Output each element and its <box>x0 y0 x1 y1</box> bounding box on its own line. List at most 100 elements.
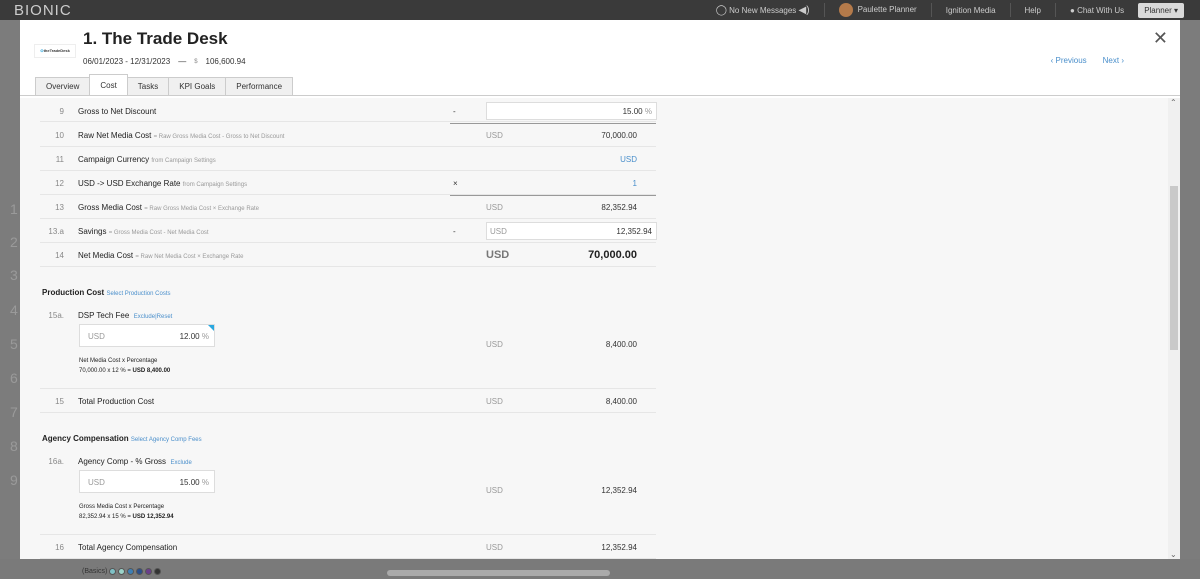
cost-row-total-production-cost: 15 Total Production Cost USD 8,400.00 <box>40 389 656 413</box>
calc-expression: 82,352.94 x 15 % = <box>79 514 131 520</box>
row-value: 12,352.94 <box>601 543 637 552</box>
section-title: Agency Compensation <box>42 434 129 443</box>
previous-button[interactable]: ‹ Previous <box>1051 56 1087 65</box>
input-number: 12.00 <box>179 332 200 341</box>
dsp-tech-fee-percent-input[interactable]: USD 12.00 % <box>79 324 215 347</box>
percent-unit: % <box>201 332 209 341</box>
input-value: 12.00 % <box>180 332 209 341</box>
calc-line: 70,000.00 x 12 % = USD 8,400.00 <box>79 366 170 376</box>
app-topbar: BIONIC ◯ No New Messages ◀) Paulette Pla… <box>0 0 1200 20</box>
chat-bubble-icon: ◯ <box>715 4 727 16</box>
color-dot[interactable] <box>136 568 144 575</box>
reset-link[interactable]: Reset <box>157 314 173 320</box>
agency-compensation-heading: Agency Compensation Select Agency Comp F… <box>42 434 202 443</box>
select-production-costs-link[interactable]: Select Production Costs <box>106 291 170 297</box>
row-label-text: Campaign Currency <box>78 155 150 164</box>
chat-link[interactable]: ● Chat With Us <box>1070 6 1124 15</box>
bg-row-number: 7 <box>10 404 18 420</box>
date-range: 06/01/2023 - 12/31/2023 <box>83 57 171 66</box>
row-label-text: Agency Comp - % Gross <box>78 457 167 466</box>
brand-logo-text: theTradeDesk <box>43 48 70 53</box>
cost-row-exchange-rate: 12 USD -> USD Exchange Rate from Campaig… <box>40 171 656 195</box>
currency-label: USD <box>88 332 105 341</box>
tab-cost[interactable]: Cost <box>89 74 128 95</box>
modal-subtitle: 06/01/2023 - 12/31/2023 — $ 106,600.94 <box>83 57 246 66</box>
color-dot[interactable] <box>145 568 153 575</box>
tab-performance[interactable]: Performance <box>225 77 294 95</box>
row-label-text: Raw Net Media Cost <box>78 131 152 140</box>
row-hint: from Campaign Settings <box>182 182 248 188</box>
calc-result: USD 12,352.94 <box>132 514 174 520</box>
row-label-text: Net Media Cost <box>78 251 134 260</box>
tab-bar: Overview Cost Tasks KPI Goals Performanc… <box>35 74 294 95</box>
exchange-rate-link[interactable]: 1 <box>633 179 637 188</box>
avatar <box>838 3 853 17</box>
scroll-up-icon[interactable]: ⌃ <box>1170 98 1177 107</box>
cost-content: 9 Gross to Net Discount - 15.00 % 10 Raw… <box>20 98 1168 559</box>
org-link[interactable]: Ignition Media <box>946 6 996 15</box>
divider <box>930 3 932 17</box>
input-number: 15.00 <box>622 107 643 116</box>
row-number: 13 <box>55 203 64 212</box>
row-label-text: DSP Tech Fee <box>78 311 130 320</box>
row-label: Agency Comp - % Gross Exclude <box>78 457 192 466</box>
campaign-currency-link[interactable]: USD <box>620 155 637 164</box>
discount-percent-input[interactable]: 15.00 % <box>486 102 657 120</box>
row-label: Total Production Cost <box>78 397 155 406</box>
chat-label: Chat With Us <box>1077 5 1125 15</box>
input-value: 15.00 % <box>180 478 209 487</box>
calc-result: USD 8,400.00 <box>132 368 171 374</box>
row-value: 8,400.00 <box>605 340 637 349</box>
color-dot[interactable] <box>118 568 126 575</box>
row-label-text: USD -> USD Exchange Rate <box>78 179 181 188</box>
vertical-scrollbar[interactable]: ⌃ ⌄ <box>1168 98 1180 559</box>
tab-tasks[interactable]: Tasks <box>126 77 170 95</box>
exclude-link[interactable]: Exclude <box>134 314 155 320</box>
row-label: Raw Net Media Cost = Raw Gross Media Cos… <box>78 131 284 140</box>
row-label: Total Agency Compensation <box>78 543 178 552</box>
background-footer <box>0 559 1200 579</box>
messages-link[interactable]: ◯ No New Messages ◀) <box>716 5 810 16</box>
row-hint: from Campaign Settings <box>151 158 216 164</box>
divider <box>1054 3 1056 17</box>
row-number: 15a. <box>48 311 64 320</box>
divider <box>1009 3 1011 17</box>
color-dot[interactable] <box>109 568 117 575</box>
row-label: Gross Media Cost = Raw Gross Media Cost … <box>78 203 259 212</box>
horizontal-scrollbar[interactable] <box>387 570 610 576</box>
background-grid: 1 2 3 4 5 6 7 8 9 <box>0 20 20 560</box>
planner-dropdown[interactable]: Planner ▾ <box>1138 2 1184 18</box>
row-label: Savings = Gross Media Cost - Net Media C… <box>78 227 209 236</box>
chat-icon: ● <box>1069 5 1075 15</box>
tab-overview[interactable]: Overview <box>35 77 91 95</box>
row-label: DSP Tech Fee Exclude|Reset <box>78 311 172 320</box>
currency-label: USD <box>490 227 507 236</box>
exclude-link[interactable]: Exclude <box>170 460 191 466</box>
agency-comp-percent-input[interactable]: USD 15.00 % <box>79 470 215 493</box>
user-menu[interactable]: Paulette Planner <box>838 3 917 17</box>
cost-row-campaign-currency: 11 Campaign Currency from Campaign Setti… <box>40 147 656 171</box>
next-button[interactable]: Next › <box>1103 56 1124 65</box>
currency-label: USD <box>486 397 503 406</box>
color-dot[interactable] <box>127 568 135 575</box>
color-dot[interactable] <box>154 568 162 575</box>
row-label: Net Media Cost = Raw Net Media Cost × Ex… <box>78 251 243 260</box>
bg-row-number: 5 <box>10 336 18 352</box>
select-agency-comp-fees-link[interactable]: Select Agency Comp Fees <box>131 437 202 443</box>
calc-expression: 70,000.00 x 12 % = <box>79 368 131 374</box>
percent-unit: % <box>201 478 209 487</box>
savings-input[interactable]: USD 12,352.94 <box>486 222 657 240</box>
input-number: 15.00 <box>179 478 200 487</box>
row-value: 8,400.00 <box>605 397 637 406</box>
scrollbar-thumb[interactable] <box>1170 186 1178 350</box>
close-icon[interactable]: ✕ <box>1153 29 1168 47</box>
scroll-down-icon[interactable]: ⌄ <box>1170 550 1177 559</box>
background-right <box>1180 20 1200 560</box>
tab-kpi-goals[interactable]: KPI Goals <box>168 77 227 95</box>
help-link[interactable]: Help <box>1025 6 1041 15</box>
calc-line: 82,352.94 x 15 % = USD 12,352.94 <box>79 512 174 522</box>
cost-row-gross-to-net-discount: 9 Gross to Net Discount - 15.00 % <box>40 98 657 122</box>
input-value: 15.00 % <box>623 107 652 116</box>
user-name: Paulette Planner <box>857 5 917 15</box>
separator-dash: — <box>178 57 187 66</box>
